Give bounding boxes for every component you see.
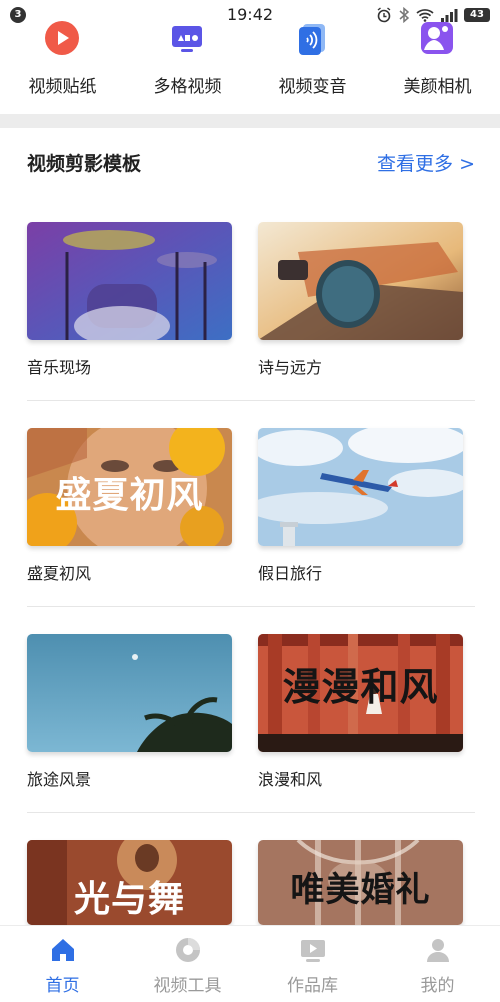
- template-overlay-text: 唯美婚礼: [290, 870, 431, 910]
- beauty-camera-icon: [421, 22, 453, 54]
- template-overlay-text: 盛夏初风: [55, 474, 204, 516]
- feature-label: 视频变音: [278, 77, 347, 97]
- nav-label: 视频工具: [153, 976, 222, 996]
- template-card-romantic-wind[interactable]: 漫漫和风 浪漫和风: [258, 634, 463, 790]
- template-card-holiday-travel[interactable]: 假日旅行: [258, 428, 463, 584]
- template-title: 诗与远方: [258, 358, 323, 377]
- feature-video-sticker[interactable]: 视频贴纸: [0, 14, 125, 104]
- template-card-poetry-distance[interactable]: 诗与远方: [258, 222, 463, 378]
- template-thumbnail: [27, 222, 232, 340]
- template-thumbnail: [258, 222, 463, 340]
- home-icon: [52, 939, 74, 961]
- template-thumbnail: 唯美婚礼: [258, 840, 463, 925]
- row-separator: [27, 812, 475, 813]
- nav-profile[interactable]: 我的: [375, 926, 500, 1002]
- template-card-light-dance[interactable]: 光与舞: [27, 840, 232, 925]
- section-title: 视频剪影模板: [27, 153, 142, 175]
- template-title: 盛夏初风: [27, 564, 92, 583]
- template-card-beautiful-wedding[interactable]: 唯美婚礼: [258, 840, 463, 925]
- section-divider: [0, 114, 500, 128]
- template-thumbnail: [258, 428, 463, 546]
- template-thumbnail: 盛夏初风: [27, 428, 232, 546]
- template-overlay-text: 漫漫和风: [282, 664, 439, 709]
- works-library-icon: [301, 940, 325, 962]
- template-overlay-text: 光与舞: [73, 878, 185, 920]
- template-title: 音乐现场: [27, 358, 92, 377]
- template-title: 假日旅行: [258, 564, 323, 583]
- template-title: 旅途风景: [27, 770, 92, 789]
- video-sticker-icon: [45, 21, 79, 55]
- template-thumbnail: 光与舞: [27, 840, 232, 925]
- template-card-early-summer[interactable]: 盛夏初风 盛夏初风: [27, 428, 232, 584]
- nav-works-library[interactable]: 作品库: [250, 926, 375, 1002]
- nav-video-tools[interactable]: 视频工具: [125, 926, 250, 1002]
- nav-home[interactable]: 首页: [0, 926, 125, 1002]
- feature-label: 美颜相机: [403, 77, 472, 97]
- bottom-navigation: 首页 视频工具 作品库 我的: [0, 925, 500, 1002]
- voice-change-icon: [299, 24, 325, 55]
- feature-multi-grid-video[interactable]: 多格视频: [125, 14, 250, 104]
- template-thumbnail: 漫漫和风: [258, 634, 463, 752]
- row-separator: [27, 400, 475, 401]
- nav-label: 首页: [45, 976, 80, 996]
- template-title: 浪漫和风: [258, 770, 323, 789]
- profile-icon: [427, 939, 449, 962]
- feature-voice-change[interactable]: 视频变音: [250, 14, 375, 104]
- row-separator: [27, 606, 475, 607]
- view-more-link[interactable]: 查看更多 >: [377, 149, 475, 176]
- nav-label: 我的: [420, 976, 455, 996]
- feature-shortcuts: 视频贴纸 多格视频 视频变音 美颜相机: [0, 14, 500, 104]
- video-tool-icon: [176, 938, 200, 962]
- feature-beauty-camera[interactable]: 美颜相机: [375, 14, 500, 104]
- feature-label: 视频贴纸: [28, 77, 97, 97]
- template-card-music-live[interactable]: 音乐现场: [27, 222, 232, 378]
- feature-label: 多格视频: [153, 77, 222, 97]
- nav-label: 作品库: [287, 976, 338, 996]
- multi-grid-video-icon: [172, 26, 202, 52]
- template-card-journey-scenery[interactable]: 旅途风景: [27, 634, 232, 790]
- template-thumbnail: [27, 634, 232, 752]
